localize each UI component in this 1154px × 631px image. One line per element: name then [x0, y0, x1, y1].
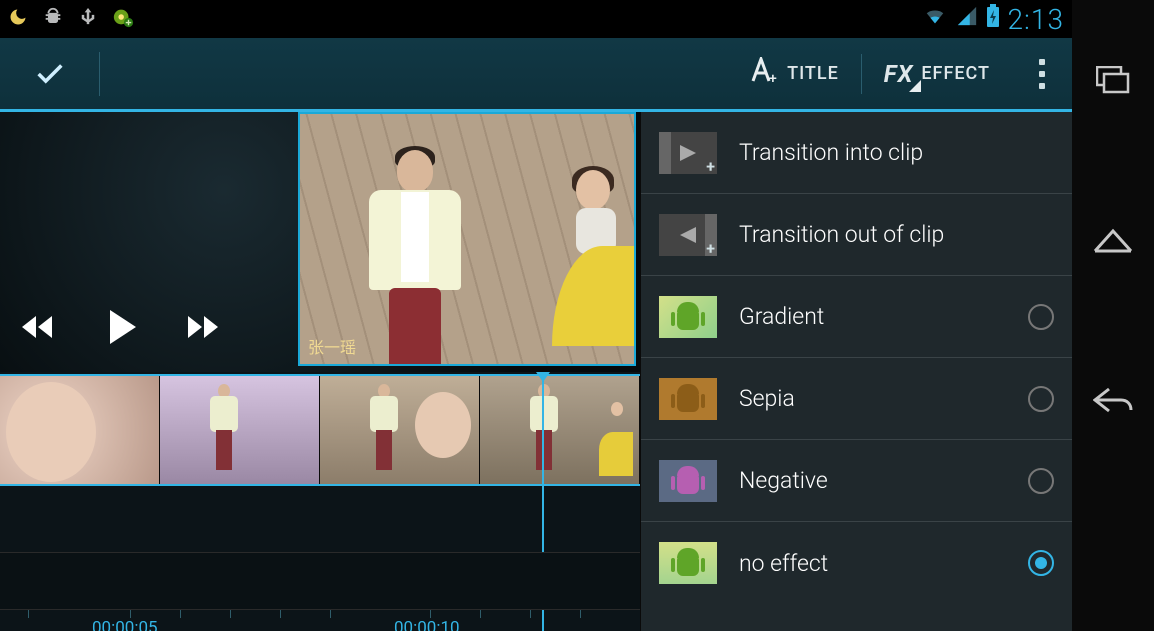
effect-gradient-item[interactable]: Gradient: [641, 276, 1072, 358]
svg-text:+: +: [769, 71, 778, 85]
transition-out-icon: [659, 214, 717, 256]
effect-thumb-icon: [659, 460, 717, 502]
system-nav-bar: [1072, 0, 1154, 631]
effects-panel: Transition into clip Transition out of c…: [640, 112, 1072, 631]
usb-icon: [78, 5, 98, 33]
item-label: Transition into clip: [739, 139, 1054, 166]
home-button[interactable]: [1083, 220, 1143, 260]
audio-track[interactable]: [0, 552, 640, 610]
status-bar: 2:13: [0, 0, 1072, 38]
app-status-icon: [112, 6, 134, 32]
fx-icon: FX: [884, 60, 914, 88]
timeline-clip[interactable]: [160, 376, 320, 484]
wifi-icon: [922, 4, 948, 34]
timeline[interactable]: 00:00:05 00:00:10: [0, 374, 640, 631]
action-bar: + TITLE FX EFFECT: [0, 38, 1072, 112]
recent-apps-button[interactable]: [1083, 60, 1143, 100]
title-icon: +: [749, 57, 779, 90]
radio-button[interactable]: [1028, 468, 1054, 494]
moon-icon: [8, 7, 28, 31]
title-label: TITLE: [787, 63, 839, 84]
transition-out-of-clip-item[interactable]: Transition out of clip: [641, 194, 1072, 276]
rewind-button[interactable]: [20, 312, 60, 346]
play-button[interactable]: [106, 308, 140, 350]
fast-forward-button[interactable]: [186, 312, 226, 346]
timeline-clips[interactable]: [0, 374, 640, 486]
done-button[interactable]: [0, 52, 100, 96]
transition-in-icon: [659, 132, 717, 174]
signal-icon: [956, 4, 978, 34]
effect-thumb-icon: [659, 296, 717, 338]
time-ruler: 00:00:05 00:00:10: [0, 618, 640, 631]
timeline-clip[interactable]: [0, 376, 160, 484]
item-label: Negative: [739, 467, 1006, 494]
item-label: Gradient: [739, 303, 1006, 330]
item-label: Transition out of clip: [739, 221, 1054, 248]
preview-caption: 张一瑶: [308, 334, 356, 358]
back-button[interactable]: [1083, 380, 1143, 420]
title-tool-button[interactable]: + TITLE: [727, 52, 861, 96]
item-label: Sepia: [739, 385, 1006, 412]
effect-thumb-icon: [659, 542, 717, 584]
item-label: no effect: [739, 550, 1006, 577]
effect-sepia-item[interactable]: Sepia: [641, 358, 1072, 440]
effect-no-effect-item[interactable]: no effect: [641, 522, 1072, 604]
effect-thumb-icon: [659, 378, 717, 420]
android-debug-icon: [42, 6, 64, 32]
radio-button[interactable]: [1028, 550, 1054, 576]
radio-button[interactable]: [1028, 304, 1054, 330]
ruler-tick: 00:00:10: [394, 618, 460, 631]
preview-video[interactable]: 张一瑶: [298, 112, 636, 366]
effect-tool-button[interactable]: FX EFFECT: [862, 52, 1012, 96]
battery-charging-icon: [986, 4, 1000, 35]
timeline-clip[interactable]: [480, 376, 640, 484]
transition-into-clip-item[interactable]: Transition into clip: [641, 112, 1072, 194]
effect-label: EFFECT: [921, 63, 990, 84]
overflow-menu-button[interactable]: [1012, 59, 1072, 89]
preview-area: 张一瑶: [0, 112, 640, 372]
radio-button[interactable]: [1028, 386, 1054, 412]
clock-text: 2:13: [1008, 3, 1064, 36]
timeline-clip[interactable]: [320, 376, 480, 484]
effect-negative-item[interactable]: Negative: [641, 440, 1072, 522]
ruler-tick: 00:00:05: [92, 618, 158, 631]
